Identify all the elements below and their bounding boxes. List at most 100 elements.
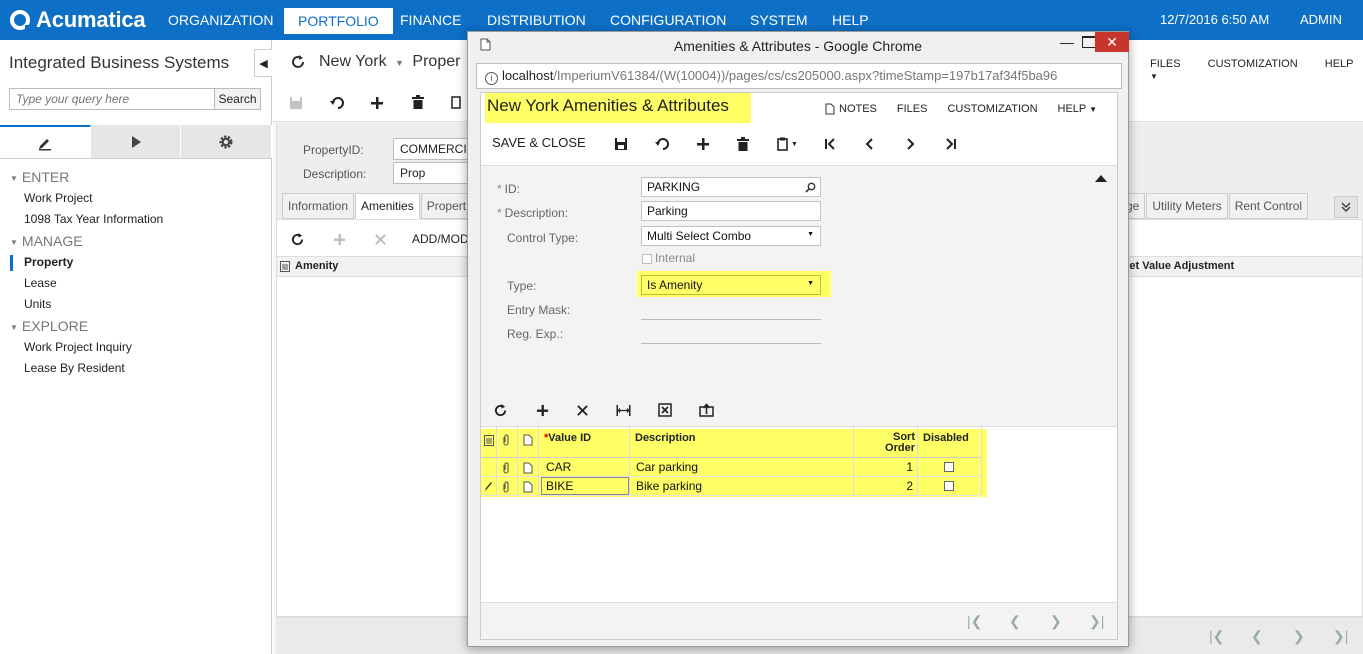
cell-sort-order[interactable]: 2: [857, 479, 913, 493]
section-explore[interactable]: ▼ EXPLORE: [10, 318, 88, 334]
refresh-icon[interactable]: [290, 54, 306, 70]
tab-utility-meters[interactable]: Utility Meters: [1146, 193, 1228, 219]
minimize-button[interactable]: —: [1058, 34, 1076, 52]
note-icon[interactable]: [523, 462, 533, 474]
save-icon[interactable]: [289, 96, 303, 110]
search-icon[interactable]: [805, 182, 816, 193]
tab-settings[interactable]: [181, 125, 273, 158]
table-row[interactable]: CAR Car parking 1: [481, 458, 981, 477]
previous-page-icon[interactable]: ❮: [1251, 628, 1263, 645]
cell-sort-order[interactable]: 1: [857, 460, 913, 474]
collapse-form-icon[interactable]: [1095, 174, 1107, 182]
delete-icon[interactable]: [411, 95, 425, 110]
sidebar-item-1098-tax-year[interactable]: 1098 Tax Year Information: [24, 212, 163, 226]
customization-link[interactable]: CUSTOMIZATION: [1208, 58, 1298, 70]
cell-description[interactable]: Bike parking: [636, 479, 702, 493]
column-sort-order[interactable]: Sort Order: [857, 432, 915, 454]
add-row-icon[interactable]: [333, 233, 346, 246]
copy-paste-icon[interactable]: [451, 95, 461, 110]
column-description[interactable]: Description: [635, 432, 696, 444]
internal-checkbox[interactable]: [642, 254, 652, 264]
column-market-value-adjustment[interactable]: rket Value Adjustment: [1119, 260, 1234, 272]
upload-icon[interactable]: [699, 403, 714, 417]
grid-settings-icon[interactable]: [280, 261, 290, 272]
nav-portfolio[interactable]: PORTFOLIO: [284, 8, 393, 34]
add-icon[interactable]: [696, 137, 710, 151]
description-field[interactable]: Parking: [641, 201, 821, 221]
note-icon[interactable]: [523, 481, 533, 493]
cell-value-id[interactable]: BIKE: [546, 479, 573, 493]
next-page-icon[interactable]: ❯: [1050, 613, 1062, 630]
tab-rent-control[interactable]: Rent Control: [1228, 193, 1309, 219]
control-type-select[interactable]: Multi Select Combo ▼: [641, 226, 821, 246]
files-link[interactable]: FILES: [1150, 58, 1181, 70]
tab-information[interactable]: Information: [282, 193, 355, 219]
property-id-field[interactable]: COMMERCI: [393, 138, 473, 160]
customization-link[interactable]: CUSTOMIZATION: [947, 103, 1037, 115]
sidebar-item-lease-by-resident[interactable]: Lease By Resident: [24, 361, 125, 375]
last-page-icon[interactable]: ❯|: [1333, 628, 1348, 645]
collapse-sidebar-button[interactable]: ◀: [254, 49, 272, 77]
maximize-button[interactable]: [1082, 36, 1096, 48]
id-field[interactable]: PARKING: [641, 177, 821, 197]
window-titlebar[interactable]: Amenities & Attributes - Google Chrome —…: [468, 32, 1129, 60]
column-value-id[interactable]: *Value ID: [544, 432, 591, 444]
search-button[interactable]: Search: [215, 88, 261, 110]
disabled-checkbox[interactable]: [944, 481, 954, 491]
nav-finance[interactable]: FINANCE: [386, 0, 475, 40]
sidebar-item-work-project[interactable]: Work Project: [24, 191, 92, 205]
nav-organization[interactable]: ORGANIZATION: [154, 0, 288, 40]
address-bar[interactable]: i localhost/ImperiumV61384/(W(10004))/pag…: [476, 63, 1122, 89]
previous-record-icon[interactable]: [863, 137, 877, 151]
close-window-button[interactable]: ✕: [1095, 32, 1129, 52]
section-manage[interactable]: ▼ MANAGE: [10, 233, 83, 249]
refresh-icon[interactable]: [494, 404, 507, 417]
cell-description[interactable]: Car parking: [636, 460, 698, 474]
files-link[interactable]: FILES: [897, 103, 928, 115]
refresh-icon[interactable]: [291, 233, 304, 246]
tab-run[interactable]: [90, 125, 182, 158]
first-page-icon[interactable]: |❮: [1209, 628, 1224, 645]
user-menu[interactable]: ADMIN: [1300, 0, 1342, 40]
entry-mask-field[interactable]: [641, 319, 821, 320]
info-icon[interactable]: i: [485, 72, 498, 85]
column-amenity[interactable]: Amenity: [295, 260, 338, 272]
acumatica-logo[interactable]: Acumatica: [10, 7, 146, 33]
undo-icon[interactable]: [330, 96, 344, 110]
add-icon[interactable]: [370, 96, 384, 110]
description-field[interactable]: Prop: [393, 162, 473, 184]
fit-columns-icon[interactable]: [616, 404, 631, 417]
export-excel-icon[interactable]: [658, 403, 672, 417]
disabled-checkbox[interactable]: [944, 462, 954, 472]
clipboard-menu-button[interactable]: ▼: [777, 137, 798, 151]
delete-row-icon[interactable]: [374, 233, 387, 246]
tab-amenities[interactable]: Amenities: [355, 193, 420, 219]
add-modify-button[interactable]: ADD/MOD: [412, 232, 469, 246]
attachment-icon[interactable]: [502, 481, 510, 493]
tabs-overflow-button[interactable]: [1334, 196, 1358, 218]
undo-icon[interactable]: [655, 137, 669, 151]
next-record-icon[interactable]: [903, 137, 917, 151]
delete-row-icon[interactable]: [576, 404, 589, 417]
reg-exp-field[interactable]: [641, 343, 821, 344]
section-enter[interactable]: ▼ ENTER: [10, 169, 69, 185]
attachment-icon[interactable]: [502, 462, 510, 474]
notes-link[interactable]: NOTES: [825, 103, 877, 115]
previous-page-icon[interactable]: ❮: [1009, 613, 1021, 630]
sidebar-item-units[interactable]: Units: [24, 297, 51, 311]
grid-settings-icon[interactable]: [484, 435, 494, 446]
chevron-down-icon[interactable]: ▼: [395, 58, 404, 68]
add-row-icon[interactable]: [536, 404, 549, 417]
tab-edit[interactable]: [0, 125, 91, 158]
tab-property[interactable]: Propert: [420, 193, 473, 219]
type-select[interactable]: Is Amenity ▼: [641, 275, 821, 295]
delete-icon[interactable]: [736, 137, 750, 152]
column-disabled[interactable]: Disabled: [923, 432, 969, 444]
sidebar-item-work-project-inquiry[interactable]: Work Project Inquiry: [24, 340, 132, 354]
next-page-icon[interactable]: ❯: [1293, 628, 1305, 645]
search-input[interactable]: [9, 88, 215, 110]
last-page-icon[interactable]: ❯|: [1089, 613, 1104, 630]
first-record-icon[interactable]: [823, 137, 837, 151]
help-link[interactable]: HELP ▼: [1058, 103, 1098, 115]
company-name[interactable]: Integrated Business Systems: [9, 53, 229, 73]
